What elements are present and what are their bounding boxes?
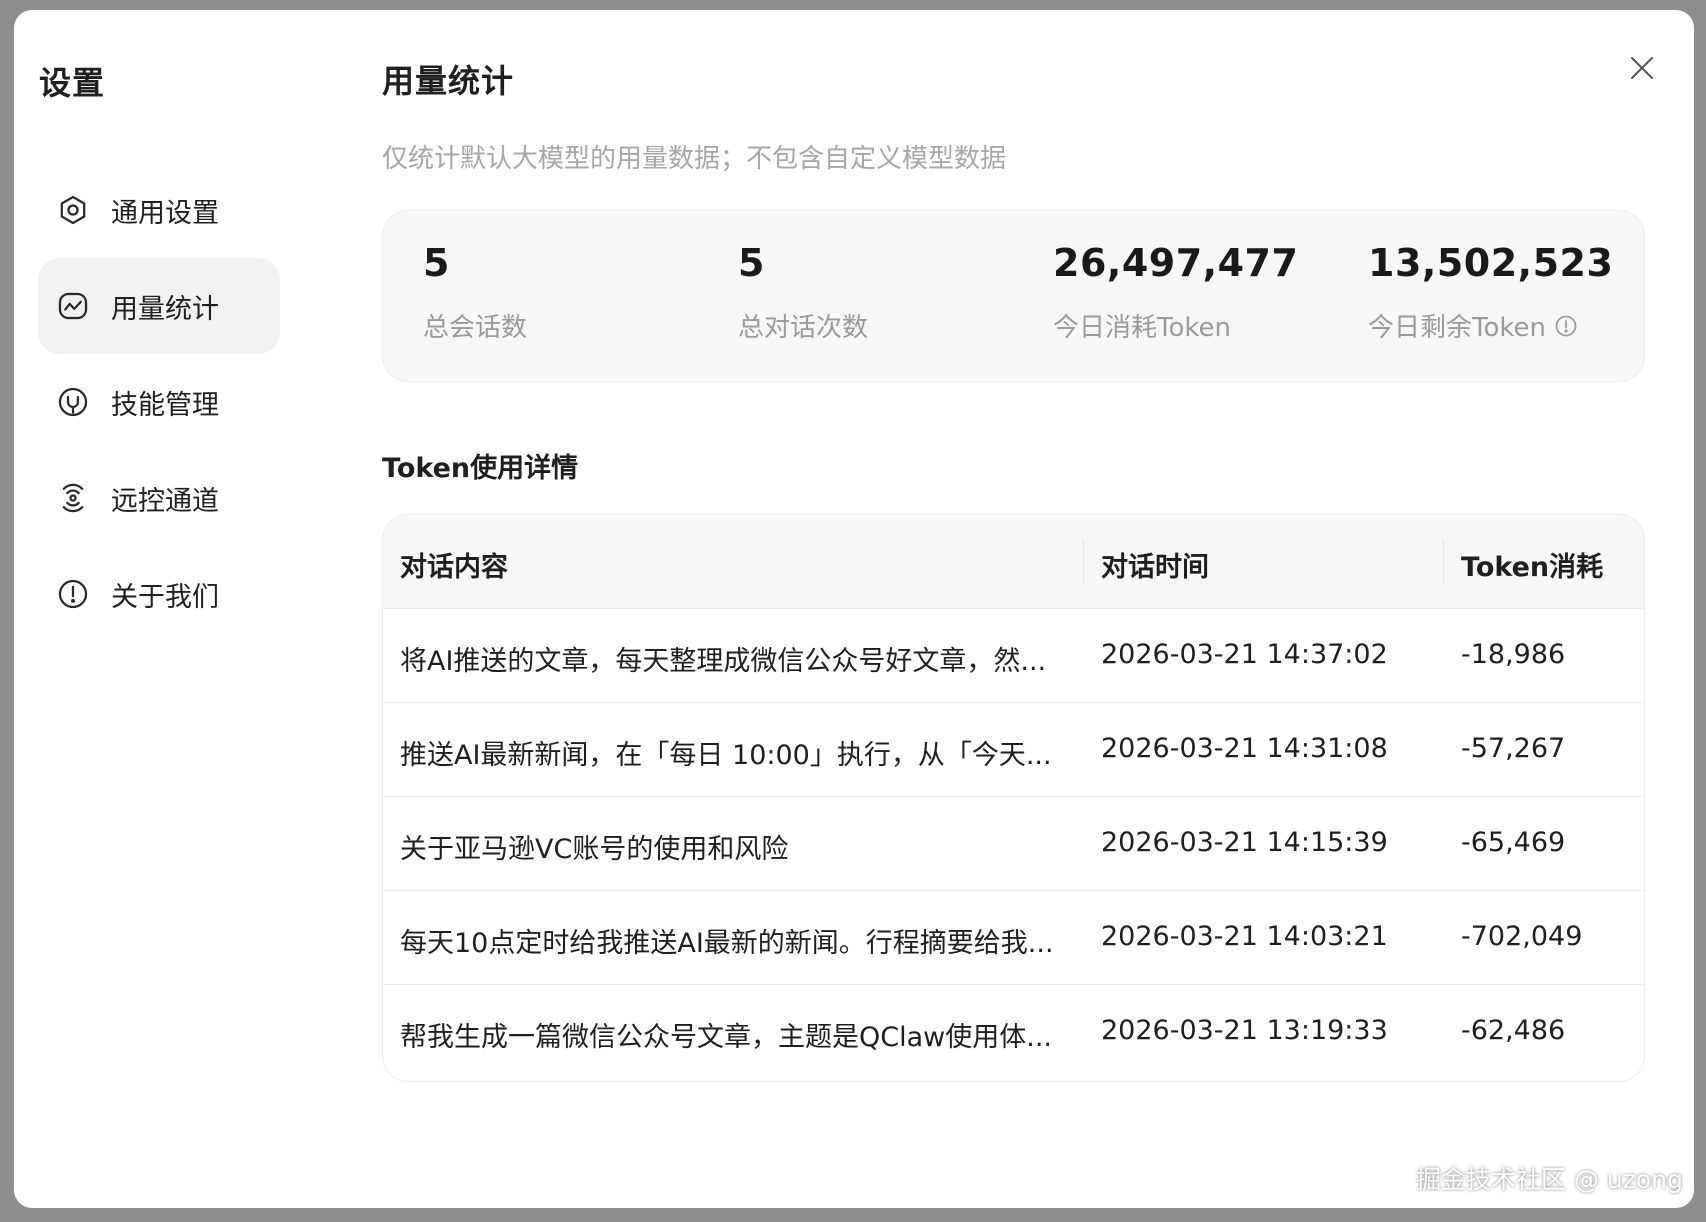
table-row[interactable]: 推送AI最新新闻，在「每日 10:00」执行，从「今天... 2026-03-2… [383,703,1644,797]
stat-today-remaining: 13,502,523 今日剩余Token [1368,241,1613,344]
cell-content: 关于亚马逊VC账号的使用和风险 [400,834,789,865]
sidebar-item-remote[interactable]: 远控通道 [38,450,280,546]
cell-time: 2026-03-21 14:15:39 [1101,827,1388,858]
info-tooltip-icon[interactable] [1554,314,1578,338]
sidebar-item-label: 用量统计 [111,293,219,325]
stat-value: 13,502,523 [1368,241,1614,285]
page-title: 用量统计 [382,62,515,100]
stat-value: 5 [423,241,450,285]
stats-card: 5 总会话数 5 总对话次数 26,497,477 今日消耗Token 13,5… [382,210,1645,382]
table-row[interactable]: 将AI推送的文章，每天整理成微信公众号好文章，然... 2026-03-21 1… [383,609,1644,703]
token-usage-table: 对话内容 对话时间 Token消耗 将AI推送的文章，每天整理成微信公众号好文章… [382,514,1645,1082]
table-header: 对话内容 对话时间 Token消耗 [383,515,1644,609]
sidebar-title: 设置 [39,64,106,102]
gear-icon [55,192,91,228]
cell-content: 推送AI最新新闻，在「每日 10:00」执行，从「今天... [400,740,1052,771]
cell-tokens: -57,267 [1461,733,1566,764]
sidebar-item-label: 通用设置 [111,197,219,229]
table-row[interactable]: 帮我生成一篇微信公众号文章，主题是QClaw使用体... 2026-03-21 … [383,985,1644,1079]
cell-content: 帮我生成一篇微信公众号文章，主题是QClaw使用体... [400,1022,1052,1053]
settings-dialog: 设置 通用设置 用量统计 技能管理 远控通道 关于我们 用量统计 仅统计默认大模… [14,10,1694,1208]
info-icon [55,576,91,612]
stat-label: 总对话次数 [738,313,869,343]
stat-label: 今日剩余Token [1368,313,1546,343]
section-title: Token使用详情 [382,453,579,484]
page-subtitle: 仅统计默认大模型的用量数据；不包含自定义模型数据 [382,144,1007,174]
stat-today-consumed: 26,497,477 今日消耗Token [1053,241,1298,344]
cell-tokens: -18,986 [1461,639,1566,670]
column-divider [1083,539,1084,585]
signal-icon [55,480,91,516]
stat-value: 26,497,477 [1053,241,1299,285]
stat-total-sessions: 5 总会话数 [423,241,527,344]
column-header-content: 对话内容 [400,552,508,583]
sidebar-item-usage[interactable]: 用量统计 [38,258,280,354]
table-row[interactable]: 关于亚马逊VC账号的使用和风险 2026-03-21 14:15:39 -65,… [383,797,1644,891]
cell-time: 2026-03-21 14:37:02 [1101,639,1388,670]
stat-value: 5 [738,241,765,285]
cell-time: 2026-03-21 14:31:08 [1101,733,1388,764]
cell-tokens: -65,469 [1461,827,1566,858]
column-divider [1443,539,1444,585]
skill-icon [55,384,91,420]
sidebar-item-general[interactable]: 通用设置 [38,162,280,258]
sidebar-item-label: 远控通道 [111,485,219,517]
close-icon [1631,57,1653,79]
sidebar-item-about[interactable]: 关于我们 [38,546,280,642]
cell-content: 将AI推送的文章，每天整理成微信公众号好文章，然... [400,646,1047,677]
table-row[interactable]: 每天10点定时给我推送AI最新的新闻。行程摘要给我... 2026-03-21 … [383,891,1644,985]
cell-time: 2026-03-21 14:03:21 [1101,921,1388,952]
sidebar-item-skills[interactable]: 技能管理 [38,354,280,450]
cell-content: 每天10点定时给我推送AI最新的新闻。行程摘要给我... [400,928,1054,959]
stat-total-conversations: 5 总对话次数 [738,241,868,344]
stat-label: 今日消耗Token [1053,313,1231,343]
column-header-tokens: Token消耗 [1461,552,1604,583]
chart-line-icon [55,288,91,324]
stat-label: 总会话数 [423,313,528,343]
cell-tokens: -702,049 [1461,921,1583,952]
cell-tokens: -62,486 [1461,1015,1566,1046]
sidebar-nav: 通用设置 用量统计 技能管理 远控通道 关于我们 [38,162,280,642]
watermark: 掘金技术社区 @ uzong [1416,1165,1683,1194]
sidebar-item-label: 技能管理 [111,389,219,421]
column-header-time: 对话时间 [1101,552,1209,583]
close-button[interactable] [1624,50,1660,86]
sidebar-item-label: 关于我们 [111,581,219,613]
cell-time: 2026-03-21 13:19:33 [1101,1015,1388,1046]
